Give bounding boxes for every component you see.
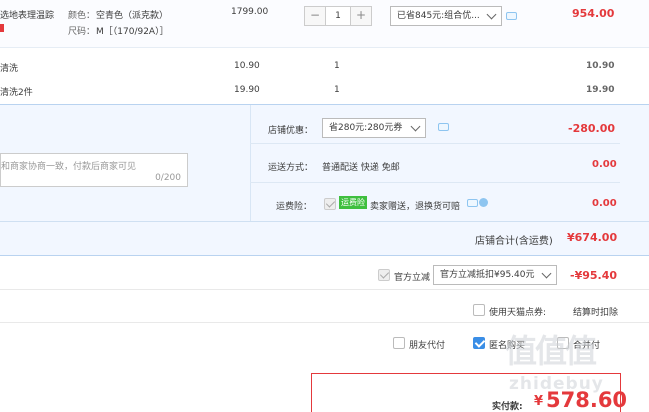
shop-discount-select[interactable]: 省280元:280元券: [322, 118, 426, 138]
friend-pay-checkbox[interactable]: [393, 337, 405, 349]
official-discount-select[interactable]: 官方立减抵扣¥95.40元: [433, 265, 557, 285]
watermark: 值值值 zhidebuy: [503, 326, 649, 412]
insurance-checkbox[interactable]: [324, 198, 336, 210]
color-value: 空青色（派克款）: [96, 11, 169, 21]
size-label: 尺码：: [68, 27, 96, 37]
shop-discount-amount: -280.00: [568, 122, 616, 135]
shipping-value: 普通配送 快递 免邮: [322, 163, 400, 173]
points-note: 结算时扣除: [573, 308, 619, 318]
item-promo-select-value: 已省845元:组合优...: [397, 11, 480, 21]
decrease-button[interactable]: −: [305, 7, 325, 25]
insurance-amount: 0.00: [592, 198, 617, 209]
divider: [250, 143, 620, 144]
service-price: 10.90: [234, 61, 260, 71]
message-input[interactable]: 和商家协商一致，付款后商家可见 0/200: [0, 153, 188, 187]
divider: [0, 221, 649, 222]
service-qty: 1: [334, 61, 340, 71]
service-name: 清洗: [0, 64, 19, 74]
watermark-logo: 值值值: [505, 332, 597, 370]
chevron-down-icon: [486, 9, 497, 20]
order-item-row: 选地表理温踪 颜色： 空青色（派克款） 尺码： M［（170/92A）］ 179…: [0, 0, 649, 48]
item-name[interactable]: 选地表理温踪: [0, 8, 62, 21]
points-checkbox[interactable]: [473, 304, 485, 316]
shipping-amount: 0.00: [592, 159, 617, 170]
official-discount-checkbox[interactable]: [378, 269, 390, 281]
official-discount-amount: -¥95.40: [570, 269, 618, 282]
insurance-text: 卖家赠送，退换货可赔: [370, 202, 461, 212]
points-row: 使用天猫点券: 结算时扣除: [0, 293, 649, 323]
comment-icon[interactable]: [467, 199, 478, 207]
unit-price: 1799.00: [231, 7, 269, 17]
friend-pay-label: 朋友代付: [409, 341, 446, 351]
service-name: 清洗2件: [0, 88, 33, 98]
chevron-down-icon: [410, 121, 421, 132]
shop-total-label: 店铺合计(含运费): [475, 236, 553, 247]
item-subtotal: 954.00: [572, 7, 615, 20]
color-label: 颜色：: [68, 11, 96, 21]
shipping-label: 运送方式：: [268, 163, 314, 173]
comment-icon[interactable]: [506, 12, 517, 20]
shop-discount-label: 店铺优惠：: [268, 126, 314, 136]
message-count: 0/200: [155, 173, 181, 183]
points-label: 使用天猫点券:: [489, 308, 547, 318]
official-discount-select-value: 官方立减抵扣¥95.40元: [440, 270, 535, 280]
service-subtotal: 19.90: [586, 85, 615, 95]
official-discount-label: 官方立减: [394, 273, 431, 283]
red-tag: [0, 24, 4, 32]
service-price: 19.90: [234, 85, 260, 95]
message-placeholder: 和商家协商一致，付款后商家可见: [1, 162, 137, 172]
insurance-label: 运费险：: [276, 202, 313, 212]
official-discount-row: 官方立减 官方立减抵扣¥95.40元 -¥95.40: [0, 260, 649, 290]
service-qty: 1: [334, 85, 340, 95]
quantity-input[interactable]: 1: [325, 7, 351, 25]
divider: [250, 182, 620, 183]
increase-button[interactable]: +: [351, 7, 371, 25]
anonymous-checkbox[interactable]: [473, 337, 485, 349]
shop-section: 和商家协商一致，付款后商家可见 0/200 店铺优惠： 省280元:280元券 …: [0, 104, 649, 256]
info-icon[interactable]: [479, 198, 488, 207]
watermark-site: zhidebuy: [509, 374, 604, 394]
service-subtotal: 10.90: [586, 61, 615, 71]
item-promo-select[interactable]: 已省845元:组合优...: [390, 6, 502, 26]
comment-icon[interactable]: [438, 123, 449, 131]
insurance-tag: 运费险: [339, 196, 367, 209]
shop-total-amount: ¥674.00: [567, 231, 618, 244]
shop-discount-select-value: 省280元:280元券: [329, 123, 403, 133]
service-row-2: 清洗2件 19.90 1 19.90: [0, 79, 649, 101]
quantity-stepper: − 1 +: [304, 6, 372, 26]
service-row-1: 清洗 10.90 1 10.90: [0, 55, 649, 77]
size-value: M［（170/92A）］: [96, 27, 169, 37]
chevron-down-icon: [541, 268, 552, 279]
